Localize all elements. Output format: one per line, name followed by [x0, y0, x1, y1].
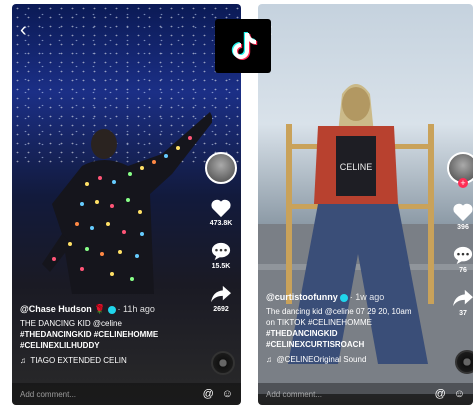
comment-bar: Add comment... @ ☺: [258, 383, 473, 405]
caption-text: THE DANCING KID @celine: [20, 319, 122, 328]
caption-tag-line: #CELINEXLILHUDDY: [20, 341, 100, 350]
left-video-screen[interactable]: ‹ 473.8K 15.5K 2692 @Chase Hudson 🌹 · 11h…: [12, 4, 241, 405]
creator-avatar[interactable]: [205, 152, 237, 184]
like-button[interactable]: 473.8K: [209, 198, 233, 227]
emoji-icon[interactable]: ☺: [222, 388, 233, 400]
share-button[interactable]: 2692: [210, 284, 232, 313]
emoji-icon[interactable]: ☺: [454, 388, 465, 400]
heart-icon: [453, 203, 473, 222]
action-rail: 473.8K 15.5K 2692: [205, 152, 237, 313]
mention-icon[interactable]: @: [435, 388, 446, 400]
comment-count: 15.5K: [211, 263, 231, 270]
add-comment-input[interactable]: Add comment...: [266, 390, 427, 399]
creator-username: @Chase Hudson 🌹 · 11h ago: [20, 304, 155, 314]
like-count: 396: [457, 224, 469, 231]
comment-count: 76: [459, 267, 467, 274]
comment-icon: [453, 246, 473, 265]
music-note-icon: ♫: [20, 356, 26, 365]
back-chevron-icon[interactable]: ‹: [20, 20, 27, 40]
caption-tag-line: #CELINEXCURTISROACH: [266, 340, 365, 349]
heart-icon: [211, 199, 231, 218]
verified-badge-icon: [339, 293, 348, 302]
comment-button[interactable]: 15.5K: [210, 241, 232, 270]
music-note-icon: ♫: [266, 355, 272, 364]
video-info: @curtistoofunny · 1w ago The dancing kid …: [266, 292, 461, 365]
caption-tag-line: #THEDANCINGKID: [266, 329, 338, 338]
comment-button[interactable]: 76: [452, 245, 473, 274]
caption-text: The dancing kid @celine 07 29 20, 10am: [266, 307, 412, 316]
mention-icon[interactable]: @: [203, 388, 214, 400]
comment-bar: Add comment... @ ☺: [12, 383, 241, 405]
video-info: @Chase Hudson 🌹 · 11h ago THE DANCING KID…: [20, 304, 200, 366]
share-count: 2692: [213, 306, 229, 313]
sound-name[interactable]: ♫ @CELINEOriginal Sound: [266, 354, 461, 365]
sound-disc[interactable]: [211, 351, 235, 375]
comment-icon: [211, 242, 231, 261]
caption-text: on TIKTOK #CELINEHOMME: [266, 318, 372, 327]
follow-plus-icon[interactable]: +: [458, 178, 468, 188]
share-icon: [211, 285, 231, 303]
like-button[interactable]: 396: [452, 202, 473, 231]
add-comment-input[interactable]: Add comment...: [20, 390, 195, 399]
caption-tag-line: #THEDANCINGKID #CELINEHOMME: [20, 330, 159, 339]
right-video-screen[interactable]: CELINE ‹ + 396 76 37 @curtistoofunny· 1w…: [258, 4, 473, 405]
verified-badge-icon: [107, 305, 116, 314]
like-count: 473.8K: [209, 220, 233, 227]
sound-name[interactable]: ♫ TIAGO EXTENDED CELIN: [20, 355, 200, 366]
tiktok-logo-icon: [215, 19, 271, 73]
creator-username: @curtistoofunny · 1w ago: [266, 292, 385, 302]
